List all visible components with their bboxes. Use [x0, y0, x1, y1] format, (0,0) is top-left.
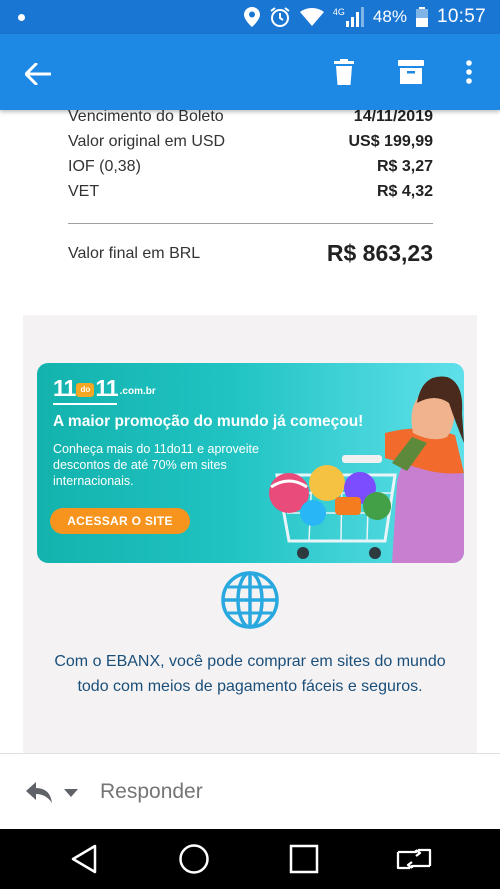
logo-domain: .com.br — [119, 386, 156, 397]
invoice-row-value: R$ 3,27 — [376, 158, 433, 175]
arrow-left-icon — [25, 63, 51, 85]
clock: 10:57 — [436, 6, 486, 27]
brand-logo: 11 do 11 .com.br — [53, 375, 156, 402]
invoice-row: Valor original em USD US$ 199,99 — [68, 133, 433, 151]
promo-illustration — [269, 376, 464, 563]
divider — [68, 223, 433, 224]
logo-part: 11 — [53, 375, 76, 401]
ebanx-message: Com o EBANX, você pode comprar em sites … — [54, 653, 446, 695]
app-bar — [0, 34, 500, 110]
email-body: Vencimento do Boleto 14/11/2019 Valor or… — [0, 110, 500, 753]
drone — [342, 455, 382, 463]
chevron-down-icon[interactable] — [64, 788, 78, 798]
reply-button[interactable]: Responder — [100, 780, 203, 804]
invoice-row-label: IOF (0,38) — [68, 158, 141, 175]
battery-icon — [415, 7, 428, 27]
reply-icon[interactable] — [24, 778, 54, 806]
nav-recents-button[interactable] — [286, 841, 322, 877]
signal-icon — [345, 7, 364, 27]
alarm-icon — [270, 7, 290, 27]
total-row: Valor final em BRL R$ 863,23 — [68, 240, 433, 267]
cart-wheel — [369, 547, 381, 559]
archive-icon — [398, 60, 424, 84]
trash-icon — [334, 59, 354, 85]
invoice-row-label: VET — [68, 183, 100, 200]
more-options-button[interactable] — [451, 54, 487, 90]
more-vertical-icon — [466, 60, 472, 84]
logo-underline — [53, 403, 117, 405]
cart-wheel — [297, 547, 309, 559]
square-recents-icon — [289, 844, 319, 874]
total-label: Valor final em BRL — [68, 244, 201, 262]
location-icon — [243, 7, 260, 27]
invoice-row-value: 14/11/2019 — [353, 110, 433, 125]
invoice-row: IOF (0,38) R$ 3,27 — [68, 158, 433, 176]
nav-home-button[interactable] — [176, 841, 212, 877]
system-nav-bar — [0, 829, 500, 889]
promo-section: 11 do 11 .com.br A maior promoção do mun… — [23, 315, 477, 753]
logo-part: do — [76, 383, 95, 397]
invoice-row-label: Valor original em USD — [68, 133, 226, 150]
notification-dot-icon — [18, 13, 25, 21]
product-item — [300, 500, 326, 526]
access-site-button[interactable]: ACESSAR O SITE — [50, 508, 190, 534]
battery-percent: 48% — [372, 7, 407, 26]
switch-apps-icon — [396, 848, 432, 870]
invoice-row-value: US$ 199,99 — [348, 133, 433, 150]
invoice-row: VET R$ 4,32 — [68, 183, 433, 201]
nav-back-button[interactable] — [66, 841, 102, 877]
triangle-back-icon — [71, 844, 97, 874]
archive-button[interactable] — [393, 54, 429, 90]
invoice-row-label: Vencimento do Boleto — [68, 110, 224, 125]
product-box — [335, 497, 361, 515]
globe-icon — [221, 571, 279, 629]
email-screen: 4G 48% 10:57 Vencimento do Boleto 14/11/… — [0, 0, 500, 889]
reply-bar: Responder — [0, 753, 500, 829]
nav-switch-apps-button[interactable] — [396, 841, 432, 877]
invoice-row-value: R$ 4,32 — [376, 183, 433, 200]
circle-home-icon — [179, 844, 209, 874]
total-value: R$ 863,23 — [326, 240, 433, 266]
product-ball — [309, 465, 345, 501]
back-button[interactable] — [20, 56, 56, 92]
wifi-icon — [299, 8, 324, 26]
delete-button[interactable] — [326, 54, 362, 90]
network-type: 4G — [332, 7, 345, 17]
invoice-row: Vencimento do Boleto 14/11/2019 — [68, 110, 433, 126]
product-plant — [363, 492, 391, 520]
promo-banner[interactable]: 11 do 11 .com.br A maior promoção do mun… — [37, 363, 464, 563]
logo-part: 11 — [95, 375, 118, 401]
status-bar: 4G 48% 10:57 — [0, 0, 500, 34]
